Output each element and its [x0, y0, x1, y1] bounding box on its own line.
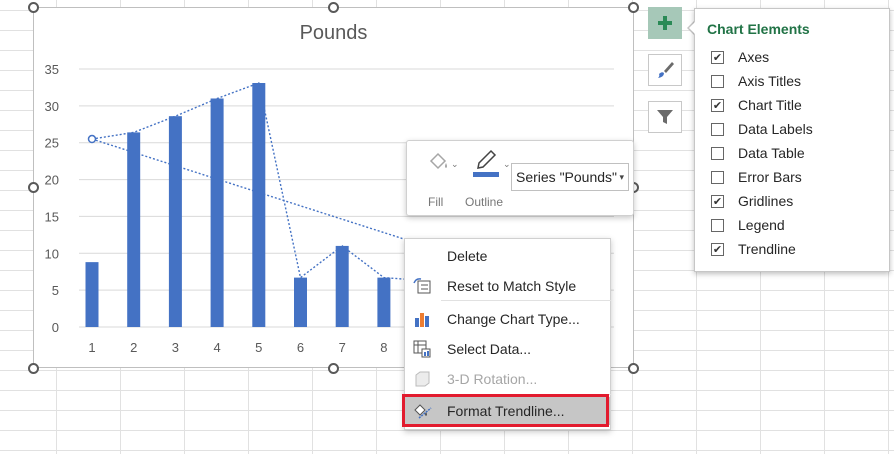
- reset-style-icon: [413, 277, 431, 295]
- outline-button[interactable]: ⌄ Outline: [463, 149, 511, 209]
- resize-handle-tr[interactable]: [628, 2, 639, 13]
- menu-item-label: Select Data...: [447, 341, 532, 357]
- chart-element-label: Gridlines: [738, 193, 794, 209]
- chart-element-trendline[interactable]: ✔ Trendline: [711, 239, 796, 259]
- chart-element-gridlines[interactable]: ✔ Gridlines: [711, 191, 793, 211]
- bar[interactable]: [294, 277, 307, 327]
- chart-element-chart-title[interactable]: ✔ Chart Title: [711, 95, 802, 115]
- pen-outline-icon: [473, 149, 499, 177]
- y-tick-label: 30: [45, 99, 59, 114]
- fill-label: Fill: [428, 195, 444, 209]
- resize-handle-tl[interactable]: [28, 2, 39, 13]
- chart-styles-button[interactable]: [648, 54, 682, 86]
- series-select[interactable]: Series "Pounds" ▾: [511, 163, 629, 191]
- chart-elements-button[interactable]: [648, 7, 682, 39]
- checkbox[interactable]: [711, 218, 724, 232]
- menu-item-change-chart-type[interactable]: Change Chart Type...: [405, 305, 610, 333]
- chart-element-data-table[interactable]: Data Table: [711, 143, 805, 163]
- y-tick-label: 5: [52, 283, 59, 298]
- chart-element-legend[interactable]: Legend: [711, 215, 785, 235]
- fill-button[interactable]: ⌄ Fill: [419, 149, 465, 209]
- checkbox[interactable]: ✔: [711, 242, 724, 256]
- checkbox[interactable]: ✔: [711, 50, 724, 64]
- select-data-icon: [413, 340, 431, 358]
- chart-element-axes[interactable]: ✔ Axes: [711, 47, 769, 67]
- mini-toolbar: ⌄ Fill ⌄ Outline Series "Pounds" ▾: [406, 140, 634, 216]
- highlight-box: [402, 394, 609, 427]
- x-tick-label: 2: [130, 340, 137, 355]
- series-select-value: Series "Pounds": [516, 169, 617, 185]
- checkbox[interactable]: [711, 170, 724, 184]
- resize-handle-bl[interactable]: [28, 363, 39, 374]
- rotation-3d-icon: [413, 370, 431, 388]
- chart-element-data-labels[interactable]: Data Labels: [711, 119, 813, 139]
- bar[interactable]: [210, 98, 224, 327]
- chevron-down-icon: ⌄: [503, 159, 511, 169]
- bar[interactable]: [377, 277, 391, 327]
- brush-icon: [658, 62, 674, 78]
- checkbox[interactable]: [711, 146, 724, 160]
- chart-element-label: Trendline: [738, 241, 796, 257]
- menu-item-label: 3-D Rotation...: [447, 371, 538, 387]
- chevron-down-icon: ⌄: [451, 159, 459, 169]
- bar[interactable]: [335, 245, 349, 327]
- menu-separator: [441, 300, 611, 301]
- chart-type-icon: [413, 310, 431, 328]
- bar[interactable]: [85, 262, 99, 327]
- plus-icon: [658, 16, 672, 30]
- resize-handle-bc[interactable]: [328, 363, 339, 374]
- checkbox[interactable]: ✔: [711, 98, 724, 112]
- x-tick-label: 4: [213, 340, 220, 355]
- bar[interactable]: [127, 132, 141, 327]
- menu-item-label: Delete: [447, 248, 488, 264]
- checkbox[interactable]: [711, 122, 724, 136]
- bar[interactable]: [252, 83, 266, 328]
- checkbox[interactable]: ✔: [711, 194, 724, 208]
- chart-element-axis-titles[interactable]: Axis Titles: [711, 71, 801, 91]
- chart-element-label: Data Table: [738, 145, 805, 161]
- filter-icon: [657, 110, 673, 124]
- chart-element-label: Chart Title: [738, 97, 802, 113]
- chart-element-error-bars[interactable]: Error Bars: [711, 167, 802, 187]
- resize-handle-tc[interactable]: [328, 2, 339, 13]
- chart-element-label: Axis Titles: [738, 73, 802, 89]
- checkbox[interactable]: [711, 74, 724, 88]
- y-tick-label: 15: [45, 209, 59, 224]
- menu-item-3-d-rotation[interactable]: 3-D Rotation...: [405, 365, 610, 393]
- menu-item-delete[interactable]: Delete: [405, 242, 610, 270]
- chart-element-label: Legend: [738, 217, 785, 233]
- menu-item-reset-to-match-style[interactable]: Reset to Match Style: [405, 272, 610, 300]
- resize-handle-br[interactable]: [628, 363, 639, 374]
- chart-element-label: Error Bars: [738, 169, 802, 185]
- menu-item-label: Reset to Match Style: [447, 278, 577, 294]
- chart-elements-panel: Chart Elements ✔ Axes Axis Titles ✔ Chart Ti…: [694, 8, 890, 272]
- x-tick-label: 8: [380, 340, 387, 355]
- x-tick-label: 7: [339, 340, 346, 355]
- menu-item-select-data[interactable]: Select Data...: [405, 335, 610, 363]
- x-tick-label: 5: [255, 340, 262, 355]
- panel-pointer-inner: [689, 21, 696, 35]
- chart-element-label: Axes: [738, 49, 770, 65]
- paint-bucket-icon: [429, 152, 447, 170]
- menu-item-label: Change Chart Type...: [447, 311, 580, 327]
- x-tick-label: 6: [297, 340, 304, 355]
- bar[interactable]: [168, 116, 182, 327]
- resize-handle-ml[interactable]: [28, 182, 39, 193]
- x-tick-label: 3: [172, 340, 179, 355]
- x-tick-label: 1: [88, 340, 95, 355]
- panel-title: Chart Elements: [707, 21, 810, 37]
- y-tick-label: 20: [45, 173, 59, 188]
- y-tick-label: 25: [45, 136, 59, 151]
- outline-label: Outline: [465, 195, 504, 209]
- y-tick-label: 0: [52, 320, 59, 335]
- chart-element-label: Data Labels: [738, 121, 813, 137]
- dropdown-arrow-icon: ▾: [619, 172, 624, 182]
- y-tick-label: 10: [45, 246, 59, 261]
- chart-filters-button[interactable]: [648, 101, 682, 133]
- y-tick-label: 35: [45, 62, 59, 77]
- selected-point-marker: [87, 134, 97, 144]
